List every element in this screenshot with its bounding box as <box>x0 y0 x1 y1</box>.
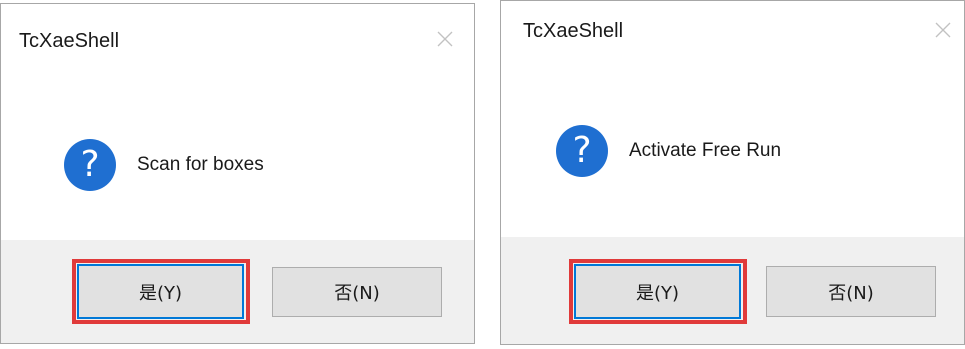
dialog-footer: 是(Y) 否(N) <box>1 240 474 343</box>
dialog-content: ? Scan for boxes <box>64 139 264 191</box>
dialog-content: ? Activate Free Run <box>556 125 781 177</box>
no-button[interactable]: 否(N) <box>766 266 936 317</box>
dialog-message: Scan for boxes <box>137 154 264 175</box>
question-icon: ? <box>64 139 116 191</box>
message-dialog-scan: TcXaeShell ? Scan for boxes 是(Y) 否(N) <box>0 3 475 344</box>
close-button[interactable] <box>930 17 956 43</box>
close-button[interactable] <box>432 26 458 52</box>
dialog-footer: 是(Y) 否(N) <box>501 237 964 344</box>
message-dialog-free-run: TcXaeShell ? Activate Free Run 是(Y) 否(N) <box>500 0 965 345</box>
question-icon: ? <box>556 125 608 177</box>
yes-button[interactable]: 是(Y) <box>77 264 244 319</box>
dialog-title: TcXaeShell <box>523 20 624 42</box>
no-button[interactable]: 否(N) <box>272 267 442 317</box>
close-icon <box>437 31 453 47</box>
dialog-message: Activate Free Run <box>629 140 782 161</box>
yes-button[interactable]: 是(Y) <box>574 264 741 319</box>
close-icon <box>935 22 951 38</box>
dialog-title: TcXaeShell <box>19 30 120 52</box>
